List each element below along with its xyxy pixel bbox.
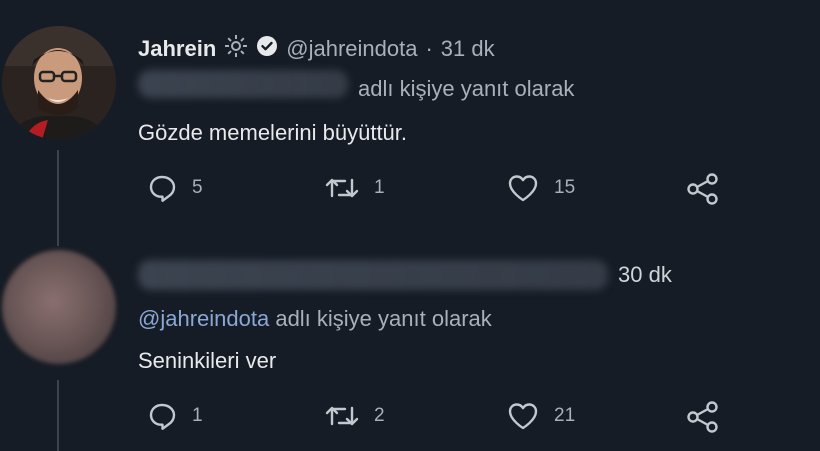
gear-icon xyxy=(224,34,248,64)
share-icon xyxy=(687,401,718,433)
reply-to-mention[interactable]: @jahreindota xyxy=(138,306,269,331)
blurred-reply-target xyxy=(138,70,348,98)
tweet-text: Seninkileri ver xyxy=(138,348,277,373)
retweet-count: 2 xyxy=(374,405,385,426)
retweet-button[interactable]: 1 xyxy=(324,172,385,204)
like-count: 15 xyxy=(554,177,576,198)
like-count: 21 xyxy=(554,405,576,426)
share-button[interactable] xyxy=(686,400,720,434)
tweet-time[interactable]: 30 dk xyxy=(618,262,672,288)
tweet-2[interactable]: 30 dk @jahreindota adlı kişiye yanıt ola… xyxy=(0,248,820,451)
tweet-header: Jahrein @jahreindota · 31 dk xyxy=(138,34,495,64)
reply-count: 5 xyxy=(192,177,203,198)
like-button[interactable]: 21 xyxy=(506,400,575,432)
reply-icon xyxy=(149,175,176,202)
retweet-icon xyxy=(325,406,359,426)
reply-icon xyxy=(149,403,176,430)
heart-icon xyxy=(508,175,538,202)
retweet-icon xyxy=(325,178,359,198)
reply-to-suffix: adlı kişiye yanıt olarak xyxy=(275,306,492,331)
share-icon xyxy=(687,173,718,205)
separator-dot: · xyxy=(425,36,433,61)
author-handle[interactable]: @jahreindota xyxy=(286,36,417,62)
like-button[interactable]: 15 xyxy=(506,172,575,204)
reply-count: 1 xyxy=(192,405,203,426)
retweet-button[interactable]: 2 xyxy=(324,400,385,432)
reply-button[interactable]: 5 xyxy=(146,172,203,204)
tweet-text: Gözde memelerini büyüttür. xyxy=(138,120,408,145)
author-name[interactable]: Jahrein xyxy=(138,36,216,62)
heart-icon xyxy=(508,403,538,430)
avatar[interactable] xyxy=(2,26,116,140)
blurred-author-info xyxy=(138,260,608,290)
retweet-count: 1 xyxy=(374,177,385,198)
share-button[interactable] xyxy=(686,172,720,206)
avatar-blurred[interactable] xyxy=(2,250,116,364)
tweet-actions: 5 1 15 xyxy=(138,172,738,212)
verified-badge-icon xyxy=(256,35,278,63)
reply-to-label: adlı kişiye yanıt olarak xyxy=(358,76,575,101)
avatar-photo xyxy=(2,26,116,140)
reply-button[interactable]: 1 xyxy=(146,400,203,432)
reply-to-label: @jahreindota adlı kişiye yanıt olarak xyxy=(138,306,492,332)
tweet-actions: 1 2 21 xyxy=(138,400,738,440)
tweet-1[interactable]: Jahrein @jahreindota · 31 dk adlı kişiye… xyxy=(0,20,820,240)
tweet-time[interactable]: 31 dk xyxy=(441,36,495,62)
